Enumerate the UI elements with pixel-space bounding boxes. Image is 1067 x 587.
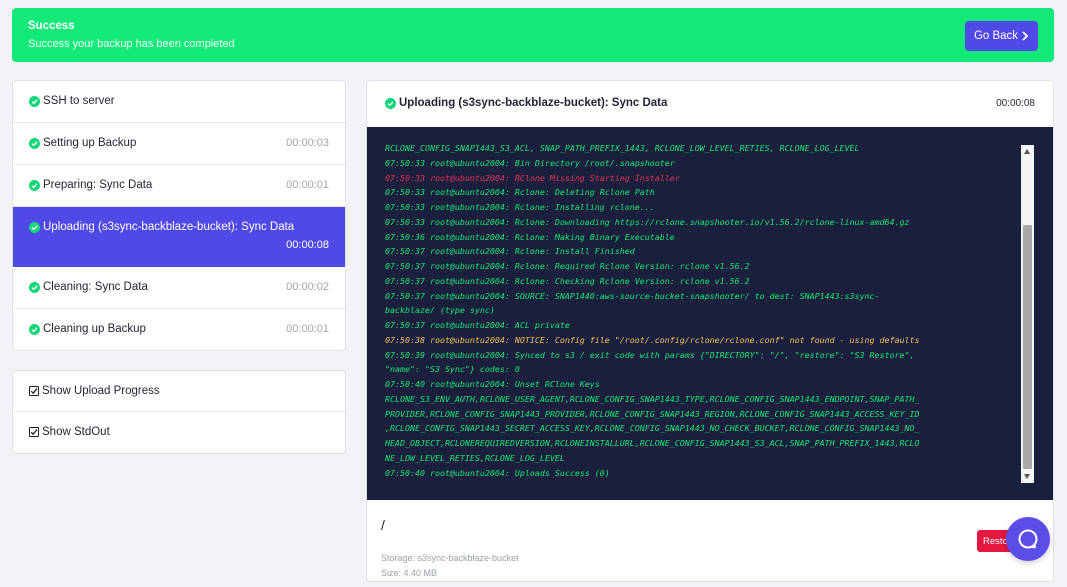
log-line: 07:50:33 root@ubuntu2004: Rclone: Downlo… — [385, 216, 910, 227]
step-time: 00:00:03 — [286, 137, 329, 149]
step-uploading[interactable]: Uploading (s3sync-backblaze-bucket): Syn… — [13, 207, 345, 267]
backup-footer: / Storage: s3sync-backblaze-bucket Size:… — [367, 500, 1053, 581]
go-back-button[interactable]: Go Back — [965, 21, 1038, 51]
step-ssh-to-server[interactable]: SSH to server — [13, 81, 345, 123]
scroll-thumb[interactable] — [1023, 225, 1032, 469]
step-label: Cleaning: Sync Data — [43, 281, 148, 293]
step-cleaning-up-backup[interactable]: Cleaning up Backup 00:00:01 — [13, 309, 345, 350]
scroll-down-arrow-icon[interactable] — [1024, 474, 1030, 479]
check-circle-icon — [29, 96, 40, 107]
log-line: 07:50:40 root@ubuntu2004: Unset RClone K… — [385, 379, 600, 389]
check-circle-icon — [29, 222, 40, 233]
upload-detail-panel: Uploading (s3sync-backblaze-bucket): Syn… — [366, 80, 1054, 582]
step-time: 00:00:02 — [286, 281, 329, 293]
step-preparing[interactable]: Preparing: Sync Data 00:00:01 — [13, 165, 345, 207]
backup-size: Size: 4.40 MB — [381, 568, 438, 578]
step-label: Uploading (s3sync-backblaze-bucket): Syn… — [43, 221, 295, 233]
log-line: 07:50:37 root@ubuntu2004: SOURCE: SNAP14… — [385, 290, 880, 316]
banner-message: Success your backup has been completed — [28, 38, 235, 50]
steps-list: SSH to server Setting up Backup 00:00:03… — [12, 80, 346, 351]
step-label: Cleaning up Backup — [43, 323, 146, 335]
option-show-upload-progress[interactable]: Show Upload Progress — [13, 371, 345, 412]
log-line: 07:50:33 root@ubuntu2004: Rclone: Deleti… — [385, 187, 655, 198]
step-label: SSH to server — [43, 95, 115, 107]
panel-title: Uploading (s3sync-backblaze-bucket): Syn… — [399, 97, 668, 109]
log-line: 07:50:39 root@ubuntu2004: Synced to s3 /… — [385, 349, 915, 375]
step-time: 00:00:01 — [286, 179, 329, 191]
check-circle-icon — [29, 138, 40, 149]
step-setting-up-backup[interactable]: Setting up Backup 00:00:03 — [13, 123, 345, 165]
check-circle-icon — [29, 282, 40, 293]
backup-storage: Storage: s3sync-backblaze-bucket — [381, 553, 519, 563]
option-show-stdout[interactable]: Show StdOut — [13, 412, 345, 453]
log-line: 07:50:36 root@ubuntu2004: Rclone: Making… — [385, 231, 675, 242]
panel-time: 00:00:08 — [996, 98, 1035, 109]
check-circle-icon — [29, 324, 40, 335]
chevron-right-icon — [1022, 31, 1029, 41]
chat-bubble-icon — [1018, 529, 1038, 549]
option-label: Show Upload Progress — [42, 385, 160, 397]
terminal-output[interactable]: RCLONE_CONFIG_SNAP1443_S3_ACL, SNAP_PATH… — [367, 127, 1053, 500]
check-circle-icon — [29, 180, 40, 191]
log-line: 07:50:37 root@ubuntu2004: Rclone: Instal… — [385, 246, 635, 257]
log-line: 07:50:37 root@ubuntu2004: ACL private — [385, 320, 570, 330]
go-back-label: Go Back — [973, 30, 1019, 42]
success-banner: Success Success your backup has been com… — [12, 8, 1054, 62]
log-line: 07:50:33 root@ubuntu2004: Rclone: Instal… — [385, 202, 655, 212]
scroll-up-arrow-icon[interactable] — [1024, 149, 1030, 154]
options-panel: Show Upload Progress Show StdOut — [12, 370, 346, 454]
step-label: Setting up Backup — [43, 137, 137, 149]
checkbox-checked-icon[interactable] — [29, 427, 39, 437]
log-line: RCLONE_CONFIG_SNAP1443_S3_ACL, SNAP_PATH… — [385, 143, 860, 153]
log-line: 07:50:40 root@ubuntu2004: Uploads Succes… — [385, 467, 610, 478]
log-line: 07:50:37 root@ubuntu2004: Rclone: Requir… — [385, 261, 750, 271]
step-cleaning[interactable]: Cleaning: Sync Data 00:00:02 — [13, 267, 345, 309]
step-time: 00:00:01 — [286, 323, 329, 335]
banner-title: Success — [28, 20, 75, 32]
log-line: RCLONE_S3_ENV_AUTH,RCLONE_USER_AGENT,RCL… — [385, 393, 920, 463]
log-line: 07:50:37 root@ubuntu2004: Rclone: Checki… — [385, 275, 750, 286]
log-line: 07:50:33 root@ubuntu2004: RClone Missing… — [385, 172, 680, 183]
step-time: 00:00:08 — [286, 239, 329, 251]
option-label: Show StdOut — [42, 426, 110, 438]
terminal-scrollbar[interactable] — [1021, 145, 1034, 483]
help-chat-button[interactable] — [1006, 517, 1050, 561]
log-line: 07:50:38 root@ubuntu2004: NOTICE: Config… — [385, 334, 920, 345]
step-label: Preparing: Sync Data — [43, 179, 153, 191]
panel-header: Uploading (s3sync-backblaze-bucket): Syn… — [367, 81, 1053, 127]
check-circle-icon — [385, 98, 396, 109]
checkbox-checked-icon[interactable] — [29, 386, 39, 396]
log-line: 07:50:33 root@ubuntu2004: Bin Directory … — [385, 157, 675, 168]
backup-path: / — [381, 517, 385, 533]
log-text: RCLONE_CONFIG_SNAP1443_S3_ACL, SNAP_PATH… — [385, 141, 1021, 480]
